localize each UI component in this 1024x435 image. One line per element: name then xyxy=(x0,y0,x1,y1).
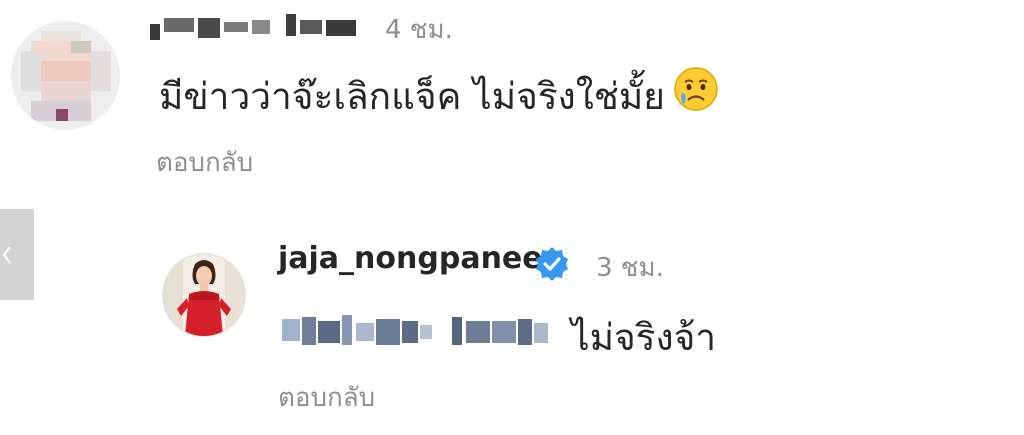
reply-button[interactable]: ตอบกลับ xyxy=(156,142,253,183)
verified-badge-icon xyxy=(536,247,568,281)
comment-thread: 4 ชม. มีข่าวว่าจ๊ะเลิกแจ็ค ไม่จริงใช่มั้… xyxy=(0,0,1024,435)
commenter-username-blurred[interactable] xyxy=(150,10,365,44)
comment-timestamp: 4 ชม. xyxy=(385,15,453,45)
crying-face-emoji-icon xyxy=(674,67,718,111)
reply-author-username[interactable]: jaja_nongpanee xyxy=(278,241,543,276)
reply-text: ไม่จริงจ้า xyxy=(571,316,717,359)
mention-blurred[interactable] xyxy=(282,311,552,353)
side-collapse-handle[interactable] xyxy=(0,209,34,300)
commenter-avatar[interactable] xyxy=(11,21,120,130)
comment-text: มีข่าวว่าจ๊ะเลิกแจ็ค ไม่จริงใช่มั้ย xyxy=(159,75,665,118)
reply-author-avatar[interactable] xyxy=(162,253,246,337)
profile-photo-icon xyxy=(163,254,245,336)
reply-button[interactable]: ตอบกลับ xyxy=(278,377,375,418)
chevron-left-icon xyxy=(2,246,11,264)
reply-timestamp: 3 ชม. xyxy=(596,253,664,283)
